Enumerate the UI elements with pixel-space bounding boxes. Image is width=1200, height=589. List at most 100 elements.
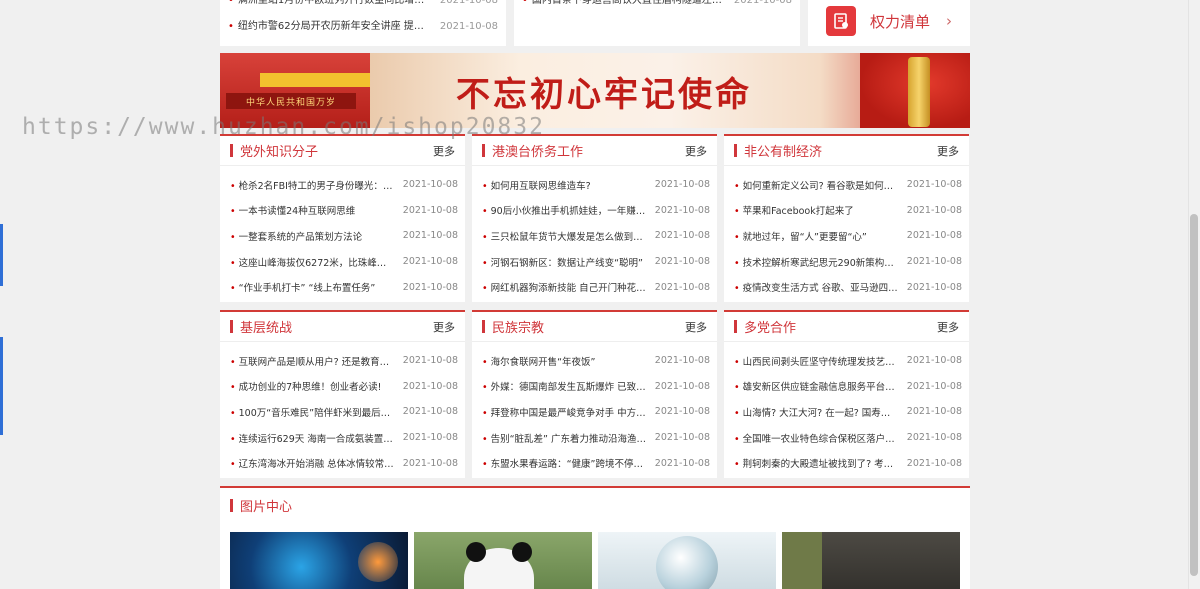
- list-item[interactable]: 一本书读懂24种互联网思维 2021-10-08: [230, 198, 458, 224]
- section-title-text: 多党合作: [744, 321, 797, 336]
- power-list-link[interactable]: 权力清单 ›: [826, 6, 952, 36]
- list-item[interactable]: 国内首条下穿运营高铁大直径盾构隧道左线贯通 2021-10-08: [522, 0, 792, 8]
- more-link[interactable]: 更多: [685, 319, 707, 335]
- news-title[interactable]: 海尔食联网开售“年夜饭”: [482, 354, 596, 368]
- list-item[interactable]: 三只松鼠年货节大爆发是怎么做到的? 2021-10-08: [482, 223, 710, 249]
- list-item[interactable]: 互联网产品是顺从用户? 还是教育用户? 2021-10-08: [230, 348, 458, 374]
- section-title[interactable]: 党外知识分子: [230, 141, 318, 160]
- news-title[interactable]: 辽东湾海冰开始消融 总体冰情较常年略偏轻: [230, 456, 395, 470]
- list-item[interactable]: 河钢石钢新区：数据让产线变“聪明” 2021-10-08: [482, 249, 710, 275]
- list-item[interactable]: 这座山峰海拔仅6272米，比珠峰要矮，却... 2021-10-08: [230, 249, 458, 275]
- news-title[interactable]: 90后小伙推出手机抓娃娃，一年赚300万...: [482, 203, 647, 217]
- news-title[interactable]: 满洲里站1月份中欧班列开行数量同比增长59.9%: [228, 0, 428, 8]
- side-float-tab-top[interactable]: [0, 224, 3, 286]
- news-title[interactable]: 东盟水果春运路：“健康”跨境不停歇 飘...: [482, 456, 647, 470]
- news-title[interactable]: 纽约市警62分局开农历新年安全讲座 提醒华裔防诈骗: [228, 20, 428, 34]
- list-item[interactable]: 技术控解析寒武纪思元290新策构助飞联... 2021-10-08: [734, 249, 962, 275]
- list-item[interactable]: 东盟水果春运路：“健康”跨境不停歇 飘... 2021-10-08: [482, 450, 710, 476]
- document-icon: [826, 6, 856, 36]
- scrollbar-thumb[interactable]: [1190, 214, 1198, 576]
- list-item[interactable]: 一整套系统的产品策划方法论 2021-10-08: [230, 223, 458, 249]
- list-item[interactable]: 荆轲刺秦的大殿遗址被找到了? 考古人员... 2021-10-08: [734, 450, 962, 476]
- list-item[interactable]: 全国唯一农业特色综合保税区落户陕西杨凌 2021-10-08: [734, 425, 962, 451]
- news-title[interactable]: 疫情改变生活方式 谷歌、亚马逊四季度大赚: [734, 280, 899, 294]
- more-link[interactable]: 更多: [937, 143, 959, 159]
- list-item[interactable]: 如何用互联网思维造车? 2021-10-08: [482, 172, 710, 198]
- list-item[interactable]: 100万“音乐难民”陪伴虾米到最后一刻 2021-10-08: [230, 399, 458, 425]
- picture-thumbnail-panda[interactable]: [414, 532, 592, 589]
- section-title[interactable]: 多党合作: [734, 317, 796, 336]
- news-title[interactable]: 山海情? 大江大河? 在一起? 国寿也有三...: [734, 405, 899, 419]
- banner[interactable]: 中华人民共和国万岁 不忘初心牢记使命: [220, 53, 970, 128]
- news-title[interactable]: 如何用互联网思维造车?: [482, 178, 591, 192]
- list-item[interactable]: 网红机器狗添新技能 自己开门种花跳大绳 2021-10-08: [482, 274, 710, 300]
- picture-thumbnail-globe[interactable]: [598, 532, 776, 589]
- list-item[interactable]: 满洲里站1月份中欧班列开行数量同比增长59.9% 2021-10-08: [228, 0, 498, 8]
- more-link[interactable]: 更多: [685, 143, 707, 159]
- list-item[interactable]: 90后小伙推出手机抓娃娃，一年赚300万... 2021-10-08: [482, 198, 710, 224]
- list-item[interactable]: 告别“脏乱差” 广东着力推动沿海渔港展... 2021-10-08: [482, 425, 710, 451]
- news-title[interactable]: 枪杀2名FBI特工的男子身份曝光：系IT专...: [230, 178, 395, 192]
- section-title[interactable]: 港澳台侨务工作: [482, 141, 583, 160]
- list-item[interactable]: 苹果和Facebook打起来了 2021-10-08: [734, 198, 962, 224]
- news-title[interactable]: 如何重新定义公司? 看谷歌是如何成功运营: [734, 178, 899, 192]
- panda-ear: [466, 542, 486, 562]
- news-title[interactable]: 技术控解析寒武纪思元290新策构助飞联...: [734, 255, 899, 269]
- list-item[interactable]: 辽东湾海冰开始消融 总体冰情较常年略偏轻 2021-10-08: [230, 450, 458, 476]
- section-title-text: 港澳台侨务工作: [492, 145, 584, 160]
- news-title[interactable]: 山西民间剥头匠坚守传统理发技艺30年 守...: [734, 354, 899, 368]
- list-item[interactable]: 外媒：德国南部发生瓦斯爆炸 已致多人受伤 2021-10-08: [482, 374, 710, 400]
- news-title[interactable]: 连续运行629天 海南一合成氨装置刷新国...: [230, 431, 395, 445]
- scrollbar[interactable]: [1188, 0, 1200, 589]
- news-title[interactable]: 一整套系统的产品策划方法论: [230, 229, 363, 243]
- news-date: 2021-10-08: [402, 230, 458, 242]
- news-title[interactable]: 荆轲刺秦的大殿遗址被找到了? 考古人员...: [734, 456, 899, 470]
- list-item[interactable]: 山西民间剥头匠坚守传统理发技艺30年 守... 2021-10-08: [734, 348, 962, 374]
- list-item[interactable]: 疫情改变生活方式 谷歌、亚马逊四季度大赚 2021-10-08: [734, 274, 962, 300]
- list-item[interactable]: 如何重新定义公司? 看谷歌是如何成功运营 2021-10-08: [734, 172, 962, 198]
- news-title[interactable]: 一本书读懂24种互联网思维: [230, 203, 356, 217]
- list-item[interactable]: 枪杀2名FBI特工的男子身份曝光：系IT专... 2021-10-08: [230, 172, 458, 198]
- news-title[interactable]: 雄安新区供应链金融信息服务平台上线开通: [734, 379, 899, 393]
- list-item[interactable]: 拜登称中国是最严峻竞争对手 中方回应 2021-10-08: [482, 399, 710, 425]
- news-title[interactable]: 拜登称中国是最严峻竞争对手 中方回应: [482, 405, 647, 419]
- list-item[interactable]: 雄安新区供应链金融信息服务平台上线开通 2021-10-08: [734, 374, 962, 400]
- section-title-text: 党外知识分子: [240, 145, 319, 160]
- picture-thumbnail-scene[interactable]: [782, 532, 960, 589]
- news-title[interactable]: 全国唯一农业特色综合保税区落户陕西杨凌: [734, 431, 899, 445]
- list-item[interactable]: “作业手机打卡” “线上布置任务” 2021-10-08: [230, 274, 458, 300]
- panda-ear: [512, 542, 532, 562]
- list-item[interactable]: 就地过年，留“人”更要留“心” 2021-10-08: [734, 223, 962, 249]
- news-title[interactable]: 100万“音乐难民”陪伴虾米到最后一刻: [230, 405, 395, 419]
- more-link[interactable]: 更多: [937, 319, 959, 335]
- more-link[interactable]: 更多: [433, 319, 455, 335]
- list-item[interactable]: 山海情? 大江大河? 在一起? 国寿也有三... 2021-10-08: [734, 399, 962, 425]
- section-title[interactable]: 基层统战: [230, 317, 292, 336]
- picture-thumbnail-tech[interactable]: [230, 532, 408, 589]
- power-list-card[interactable]: 权力清单 ›: [808, 0, 970, 46]
- news-title[interactable]: 苹果和Facebook打起来了: [734, 203, 854, 217]
- news-title[interactable]: 这座山峰海拔仅6272米，比珠峰要矮，却...: [230, 255, 395, 269]
- news-title[interactable]: 成功创业的7种思维！创业者必读!: [230, 379, 382, 393]
- list-item[interactable]: 海尔食联网开售“年夜饭” 2021-10-08: [482, 348, 710, 374]
- news-title[interactable]: 告别“脏乱差” 广东着力推动沿海渔港展...: [482, 431, 647, 445]
- list-item[interactable]: 成功创业的7种思维！创业者必读! 2021-10-08: [230, 374, 458, 400]
- news-date: 2021-10-08: [402, 179, 458, 191]
- more-link[interactable]: 更多: [433, 143, 455, 159]
- news-title[interactable]: 三只松鼠年货节大爆发是怎么做到的?: [482, 229, 647, 243]
- news-title[interactable]: 互联网产品是顺从用户? 还是教育用户?: [230, 354, 395, 368]
- section-title[interactable]: 非公有制经济: [734, 141, 822, 160]
- side-float-tab-bottom[interactable]: [0, 337, 3, 435]
- news-title[interactable]: 就地过年，留“人”更要留“心”: [734, 229, 867, 243]
- news-title[interactable]: “作业手机打卡” “线上布置任务”: [230, 280, 376, 294]
- news-date: 2021-10-08: [654, 457, 710, 469]
- list-item[interactable]: 纽约市警62分局开农历新年安全讲座 提醒华裔防诈骗 2021-10-08: [228, 20, 498, 34]
- list-item[interactable]: 连续运行629天 海南一合成氨装置刷新国... 2021-10-08: [230, 425, 458, 451]
- news-list: 如何重新定义公司? 看谷歌是如何成功运营2021-10-08苹果和Faceboo…: [724, 166, 969, 300]
- news-title[interactable]: 网红机器狗添新技能 自己开门种花跳大绳: [482, 280, 647, 294]
- section-title[interactable]: 民族宗教: [482, 317, 544, 336]
- news-title[interactable]: 国内首条下穿运营高铁大直径盾构隧道左线贯通: [522, 0, 722, 8]
- title-bar: [230, 498, 233, 512]
- news-title[interactable]: 河钢石钢新区：数据让产线变“聪明”: [482, 255, 643, 269]
- news-title[interactable]: 外媒：德国南部发生瓦斯爆炸 已致多人受伤: [482, 379, 647, 393]
